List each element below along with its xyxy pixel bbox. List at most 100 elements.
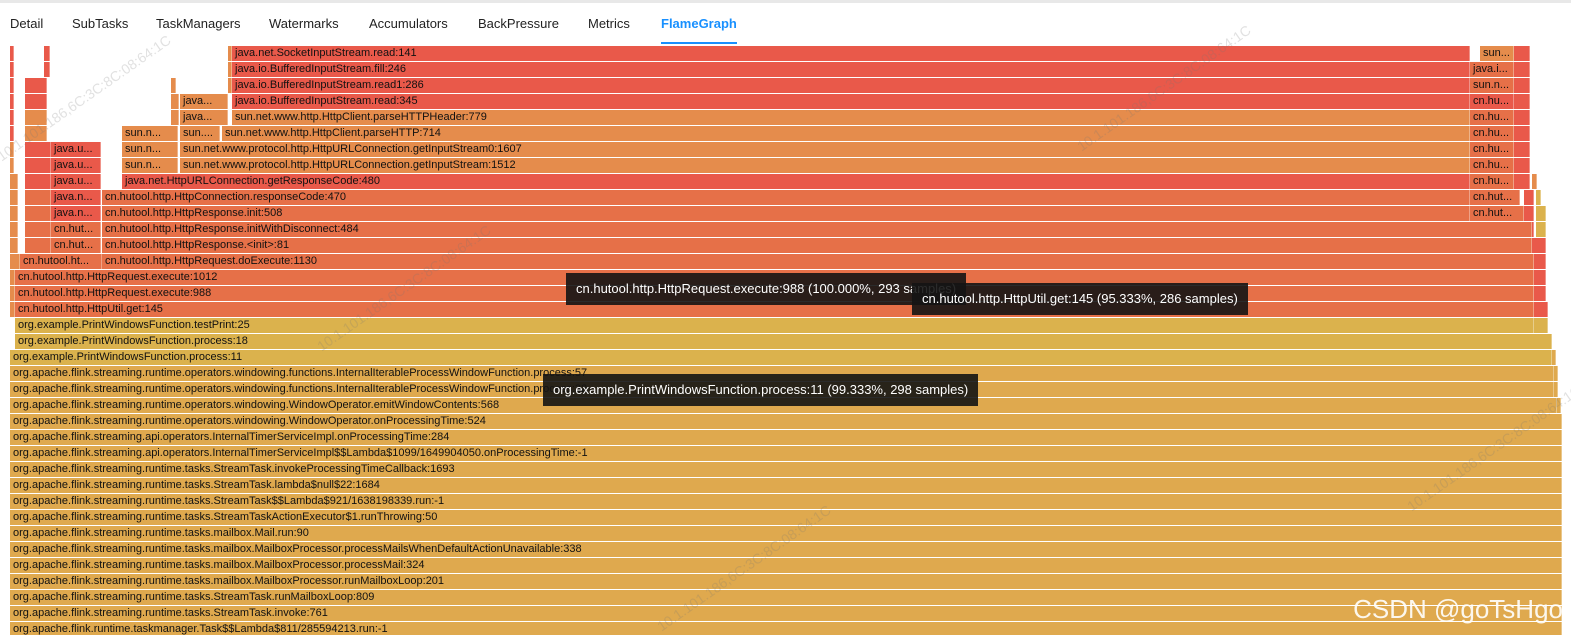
- tab-watermarks[interactable]: Watermarks: [269, 3, 339, 45]
- flame-frame[interactable]: org.example.PrintWindowsFunction.process…: [15, 334, 1552, 349]
- flame-tail[interactable]: [25, 78, 47, 93]
- flame-tail[interactable]: [10, 222, 18, 237]
- flame-tail[interactable]: [1514, 94, 1530, 109]
- flame-tail[interactable]: [1532, 254, 1546, 269]
- flame-frame[interactable]: java.io.BufferedInputStream.read:345: [232, 94, 1470, 109]
- flame-frame[interactable]: cn.hu...: [1470, 126, 1514, 141]
- flame-tail[interactable]: [44, 62, 50, 77]
- flame-frame[interactable]: java.u...: [51, 158, 101, 173]
- flame-tail[interactable]: [10, 110, 14, 125]
- flame-frame[interactable]: cn.hut...: [1470, 206, 1524, 221]
- flame-frame[interactable]: org.apache.flink.runtime.taskmanager.Tas…: [10, 622, 1562, 635]
- flame-tail[interactable]: [1514, 62, 1530, 77]
- flame-frame[interactable]: java.n...: [51, 206, 101, 221]
- flame-tail[interactable]: [44, 46, 50, 61]
- flame-tail[interactable]: [1554, 382, 1558, 397]
- flame-frame[interactable]: sun.net.www.protocol.http.HttpURLConnect…: [180, 158, 1470, 173]
- flame-frame[interactable]: org.apache.flink.streaming.runtime.tasks…: [10, 606, 1562, 621]
- flame-tail[interactable]: [10, 158, 14, 173]
- flame-tail[interactable]: [10, 78, 14, 93]
- flame-frame[interactable]: java.u...: [51, 174, 101, 189]
- flame-frame[interactable]: sun.n...: [1470, 78, 1514, 93]
- flame-frame[interactable]: sun.n...: [122, 126, 178, 141]
- flame-frame[interactable]: org.apache.flink.streaming.runtime.tasks…: [10, 590, 1562, 605]
- flame-frame[interactable]: sun....: [180, 126, 220, 141]
- tab-metrics[interactable]: Metrics: [588, 3, 630, 45]
- flame-tail[interactable]: [1524, 190, 1534, 205]
- flame-tail[interactable]: [10, 46, 14, 61]
- flame-frame[interactable]: cn.hu...: [1470, 110, 1514, 125]
- flame-frame[interactable]: cn.hutool.http.HttpResponse.initWithDisc…: [102, 222, 1532, 237]
- flame-tail[interactable]: [1514, 110, 1530, 125]
- flame-tail[interactable]: [10, 206, 18, 221]
- flame-tail[interactable]: [25, 238, 51, 253]
- flame-frame[interactable]: cn.hut...: [51, 238, 101, 253]
- flame-tail[interactable]: [1557, 398, 1561, 413]
- flame-tail[interactable]: [1536, 190, 1541, 205]
- flame-tail[interactable]: [1534, 302, 1548, 317]
- flame-tail[interactable]: [171, 94, 179, 109]
- flame-tail[interactable]: [25, 94, 47, 109]
- flame-frame[interactable]: org.apache.flink.streaming.runtime.tasks…: [10, 526, 1562, 541]
- flame-frame[interactable]: sun.n...: [122, 142, 178, 157]
- flame-tail[interactable]: [1552, 350, 1556, 365]
- flame-frame[interactable]: org.apache.flink.streaming.api.operators…: [10, 430, 1562, 445]
- flame-frame[interactable]: org.example.PrintWindowsFunction.testPri…: [15, 318, 1534, 333]
- flame-frame[interactable]: cn.hut...: [51, 222, 101, 237]
- tab-taskmanagers[interactable]: TaskManagers: [156, 3, 241, 45]
- flame-tail[interactable]: [10, 62, 14, 77]
- flame-frame[interactable]: cn.hutool.http.HttpResponse.<init>:81: [102, 238, 1532, 253]
- flame-frame[interactable]: org.apache.flink.streaming.runtime.tasks…: [10, 494, 1562, 509]
- flame-tail[interactable]: [1532, 270, 1546, 285]
- flame-frame[interactable]: cn.hu...: [1470, 94, 1514, 109]
- flame-frame[interactable]: org.apache.flink.streaming.runtime.tasks…: [10, 542, 1562, 557]
- flame-frame[interactable]: cn.hu...: [1470, 158, 1514, 173]
- flame-frame[interactable]: java.i...: [1470, 62, 1514, 77]
- flame-tail[interactable]: [1536, 206, 1546, 221]
- flame-tail[interactable]: [171, 78, 176, 93]
- flame-frame[interactable]: java.net.SocketInputStream.read:141: [232, 46, 1470, 61]
- flame-frame[interactable]: cn.hu...: [1470, 142, 1514, 157]
- flame-frame[interactable]: java...: [180, 110, 228, 125]
- flame-tail[interactable]: [1514, 126, 1530, 141]
- flame-frame[interactable]: java.io.BufferedInputStream.read1:286: [232, 78, 1470, 93]
- flame-tail[interactable]: [1554, 366, 1558, 381]
- flame-tail[interactable]: [10, 126, 14, 141]
- flame-frame[interactable]: org.example.PrintWindowsFunction.process…: [10, 350, 1552, 365]
- flame-frame[interactable]: org.apache.flink.streaming.runtime.tasks…: [10, 478, 1562, 493]
- flame-tail[interactable]: [25, 126, 47, 141]
- flame-tail[interactable]: [171, 110, 179, 125]
- flame-tail[interactable]: [1514, 46, 1530, 61]
- flame-frame[interactable]: java.io.BufferedInputStream.fill:246: [232, 62, 1470, 77]
- flame-tail[interactable]: [1514, 158, 1530, 173]
- flame-frame[interactable]: cn.hut...: [1470, 190, 1520, 205]
- flame-frame[interactable]: sun.net.www.http.HttpClient.parseHTTPHea…: [232, 110, 1470, 125]
- flame-frame[interactable]: sun.net.www.protocol.http.HttpURLConnect…: [180, 142, 1470, 157]
- flame-tail[interactable]: [1514, 174, 1530, 189]
- flame-frame[interactable]: org.apache.flink.streaming.runtime.opera…: [10, 414, 1562, 429]
- tab-backpressure[interactable]: BackPressure: [478, 3, 559, 45]
- flame-tail[interactable]: [10, 238, 18, 253]
- flame-frame[interactable]: java...: [180, 94, 228, 109]
- flame-frame[interactable]: java.net.HttpURLConnection.getResponseCo…: [122, 174, 1470, 189]
- flame-tail[interactable]: [10, 190, 18, 205]
- flame-tail[interactable]: [1536, 222, 1546, 237]
- flame-tail[interactable]: [10, 254, 20, 269]
- flame-frame[interactable]: sun.n...: [122, 158, 178, 173]
- flame-tail[interactable]: [25, 110, 47, 125]
- flame-frame[interactable]: org.apache.flink.streaming.runtime.tasks…: [10, 510, 1562, 525]
- flame-frame[interactable]: sun...: [1480, 46, 1514, 61]
- flame-tail[interactable]: [1524, 206, 1534, 221]
- flame-frame[interactable]: org.apache.flink.streaming.api.operators…: [10, 446, 1562, 461]
- flame-tail[interactable]: [25, 206, 51, 221]
- flame-tail[interactable]: [25, 158, 51, 173]
- flame-frame[interactable]: cn.hutool.http.HttpResponse.init:508: [102, 206, 1470, 221]
- flame-frame[interactable]: org.apache.flink.streaming.runtime.tasks…: [10, 574, 1562, 589]
- flame-frame[interactable]: cn.hu...: [1470, 174, 1514, 189]
- tab-flamegraph[interactable]: FlameGraph: [661, 3, 737, 45]
- flame-tail[interactable]: [25, 142, 51, 157]
- flame-tail[interactable]: [1534, 318, 1548, 333]
- flame-frame[interactable]: java.u...: [51, 142, 101, 157]
- flame-frame[interactable]: org.apache.flink.streaming.runtime.tasks…: [10, 462, 1562, 477]
- flame-frame[interactable]: cn.hutool.http.HttpConnection.responseCo…: [102, 190, 1470, 205]
